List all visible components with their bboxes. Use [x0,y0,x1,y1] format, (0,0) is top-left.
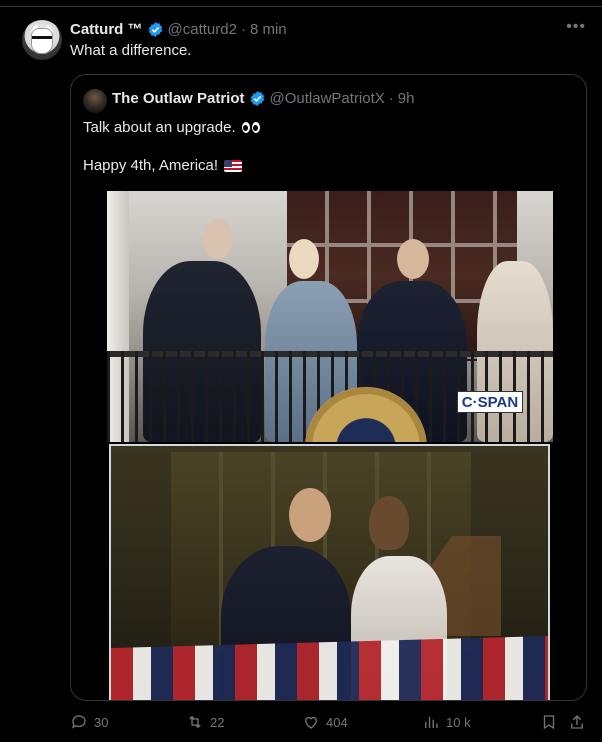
quote-line2-text: Happy 4th, America! [83,157,219,174]
bookmark-button[interactable] [540,713,558,731]
header-separator: · [240,21,246,38]
share-icon [571,715,583,729]
repost-icon [189,715,201,729]
quote-text-line1: Talk about an upgrade. [83,119,260,136]
bookmark-icon [543,715,555,730]
quoted-tweet[interactable]: The Outlaw Patriot @OutlawPatriotX · 9h … [70,74,587,701]
quote-header: The Outlaw Patriot @OutlawPatriotX · 9h [112,90,414,107]
photo2-head-2 [369,496,409,550]
photo1-head-1 [203,219,233,259]
share-button[interactable] [568,713,586,731]
cspan-watermark: C·SPAN [457,391,523,413]
photo1-head-2 [289,239,319,279]
quote-text-line2: Happy 4th, America! [83,157,243,174]
reply-count: 30 [94,714,109,730]
eyes-emoji-icon [241,122,260,133]
tweet-text: What a difference. [70,42,192,59]
verified-badge-icon [148,22,162,37]
quote-line1-text: Talk about an upgrade. [83,119,236,136]
like-button[interactable]: 404 [302,713,348,731]
tweet-header: Catturd ™ @catturd2 · 8 min [70,21,287,38]
heart-icon [305,716,317,729]
repost-button[interactable]: 22 [186,713,224,731]
views-chart-icon [425,716,438,728]
quote-photo-balcony-2[interactable] [109,444,550,700]
repost-count: 22 [210,714,225,730]
views-button[interactable]: 10 k [422,713,471,731]
views-count: 10 k [446,714,471,730]
quote-avatar[interactable] [83,89,107,113]
reply-button[interactable]: 30 [70,713,108,731]
quote-separator: · [388,90,394,107]
avatar-glasses [32,36,52,42]
quote-author-name: The Outlaw Patriot [112,90,245,107]
photo1-head-3 [397,239,429,279]
quote-time: 9h [397,90,415,107]
reply-icon [71,715,86,729]
us-flag-emoji-icon [224,159,243,172]
author-name[interactable]: Catturd ™ [70,21,143,38]
quote-verified-badge-icon [250,91,264,106]
photo2-head-1 [289,488,331,542]
like-count: 404 [326,714,348,730]
avatar[interactable] [22,20,62,60]
tweet-time[interactable]: 8 min [250,21,287,38]
top-divider [0,6,602,7]
quote-handle: @OutlawPatriotX [269,90,385,107]
quote-photo-balcony-1[interactable]: C·SPAN [107,191,553,442]
action-bar: 30 22 404 10 k [70,713,590,735]
more-horizontal-icon[interactable]: ••• [566,18,586,36]
author-handle[interactable]: @catturd2 [168,21,237,38]
